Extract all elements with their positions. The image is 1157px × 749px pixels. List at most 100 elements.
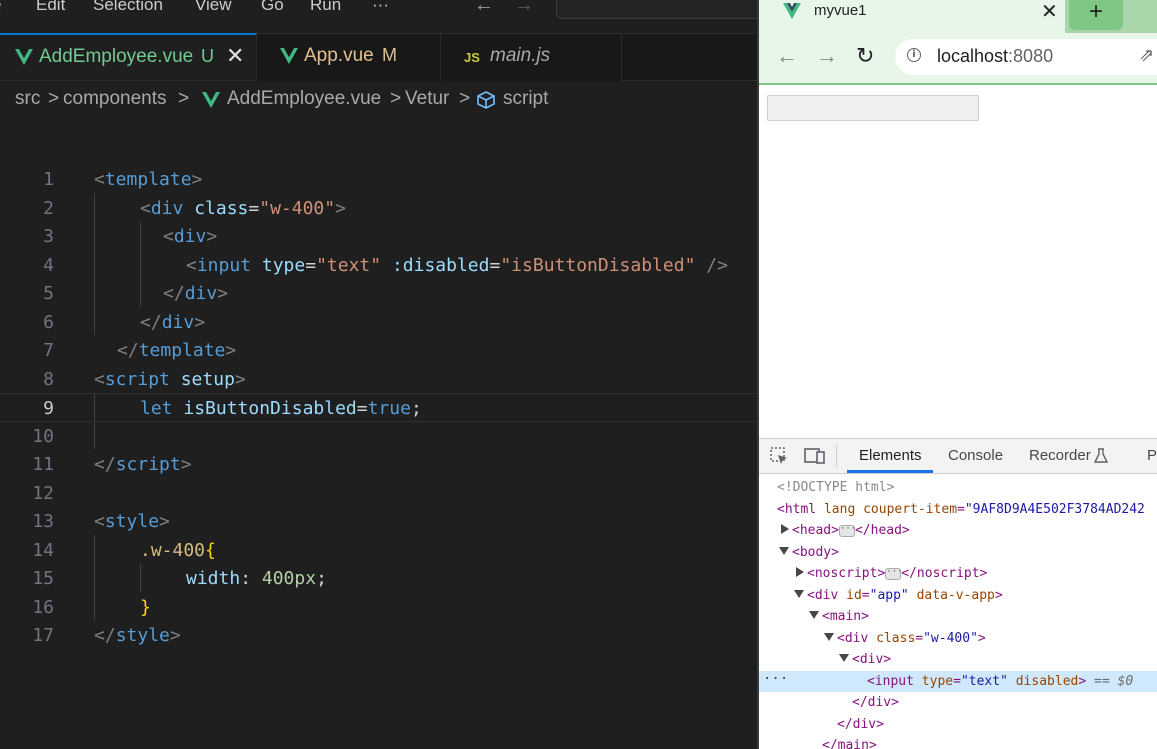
code-line: 13 <style>: [0, 507, 757, 536]
back-button[interactable]: ←: [776, 43, 798, 69]
close-icon[interactable]: ✕: [1041, 0, 1058, 24]
forward-arrow-icon[interactable]: →: [514, 0, 534, 17]
new-tab-button[interactable]: +: [1069, 0, 1123, 30]
chevron-right-icon: >: [48, 88, 60, 109]
dom-node[interactable]: <html lang coupert-item="9AF8D9A4E502F37…: [759, 499, 1157, 521]
browser-tab[interactable]: myvue1 ✕: [759, 0, 1065, 33]
dom-node[interactable]: <div id="app" data-v-app>: [759, 585, 1157, 607]
tab-main-js[interactable]: JS main.js: [441, 34, 622, 81]
menu-view[interactable]: View: [195, 0, 232, 15]
breadcrumb-vetur[interactable]: Vetur: [405, 88, 449, 110]
code-line: 10: [0, 422, 757, 451]
collapse-triangle-icon[interactable]: [839, 654, 849, 662]
cube-symbol-icon: [477, 91, 495, 109]
chevron-right-icon: >: [178, 88, 190, 109]
url-text: localhost:8080: [937, 46, 1054, 66]
javascript-icon: JS: [464, 50, 480, 65]
menu-run[interactable]: Run: [310, 0, 341, 15]
collapse-triangle-icon[interactable]: [779, 546, 789, 555]
untracked-badge: U: [201, 46, 214, 66]
breadcrumb-file[interactable]: AddEmployee.vue: [227, 88, 381, 110]
command-center-search[interactable]: [556, 0, 757, 19]
line-number: 15: [32, 568, 54, 589]
breadcrumb-src[interactable]: src: [15, 88, 40, 110]
browser-window: myvue1 ✕ + ← → ↻ i localhost:8080 ⇗ Elem…: [757, 0, 1157, 749]
code-line: 5 </div>: [0, 279, 757, 308]
line-number: 10: [32, 425, 54, 447]
breadcrumb-script[interactable]: script: [503, 88, 548, 110]
line-number: 13: [32, 511, 54, 532]
reload-button[interactable]: ↻: [856, 43, 874, 69]
code-line: 15 width: 400px;: [0, 564, 757, 593]
inspect-element-icon[interactable]: [769, 446, 789, 466]
chevron-right-icon: >: [459, 88, 471, 109]
back-arrow-icon[interactable]: ←: [474, 0, 494, 17]
tab-elements[interactable]: Elements: [859, 447, 922, 464]
code-line: 2 <div class="w-400">: [0, 194, 757, 223]
code-line: 1 <template>: [0, 165, 757, 194]
code-line: 6 </div>: [0, 308, 757, 337]
browser-tab-title: myvue1: [814, 2, 867, 19]
chevron-right-icon: >: [390, 88, 402, 109]
tab-more[interactable]: P: [1147, 447, 1157, 464]
device-toolbar-icon[interactable]: [804, 446, 826, 466]
menu-go[interactable]: Go: [261, 0, 284, 15]
collapse-triangle-icon[interactable]: [809, 611, 819, 619]
line-number: 9: [43, 398, 54, 419]
collapse-triangle-icon[interactable]: [824, 632, 834, 641]
line-number: 1: [43, 169, 54, 190]
code-line: 17 </style>: [0, 621, 757, 650]
dom-node[interactable]: <body>: [759, 542, 1157, 564]
close-icon[interactable]: ✕: [226, 43, 244, 69]
editor-tabs: AddEmployee.vue U ✕ App.vue M JS main.js: [0, 33, 757, 81]
line-number: 8: [43, 368, 54, 390]
tab-app[interactable]: App.vue M: [257, 34, 441, 81]
info-icon[interactable]: i: [907, 48, 921, 62]
vscode-window: e Edit Selection View Go Run ··· ← → Add…: [0, 0, 757, 749]
dom-node[interactable]: </div>: [759, 692, 1157, 714]
code-editor[interactable]: 1 <template> 2 <div class="w-400"> 3 <di…: [0, 165, 757, 665]
dom-node[interactable]: <div>: [759, 649, 1157, 671]
vue-favicon-icon: [783, 3, 801, 19]
expand-triangle-icon[interactable]: [781, 524, 789, 534]
tab-label: App.vue: [304, 45, 374, 66]
menu-file[interactable]: e: [0, 0, 1, 15]
share-icon[interactable]: ⇗: [1139, 45, 1154, 66]
line-number: 14: [32, 539, 54, 561]
flask-icon: [1094, 448, 1108, 463]
dom-node[interactable]: <noscript>···</noscript>: [759, 563, 1157, 585]
forward-button[interactable]: →: [816, 43, 838, 69]
vue-icon: [202, 92, 220, 108]
ellipsis-icon: ···: [838, 524, 856, 537]
vue-icon: [280, 48, 298, 64]
dom-node[interactable]: <div class="w-400">: [759, 628, 1157, 650]
code-line: 8 <script setup>: [0, 365, 757, 394]
dom-node[interactable]: </div>: [759, 714, 1157, 736]
line-number: 2: [43, 197, 54, 219]
vue-icon: [15, 49, 33, 65]
collapse-triangle-icon[interactable]: [794, 589, 804, 598]
dom-node[interactable]: <!DOCTYPE html>: [759, 477, 1157, 499]
tab-console[interactable]: Console: [948, 447, 1003, 464]
more-options-icon[interactable]: ···: [763, 671, 788, 687]
dom-node[interactable]: <main>: [759, 606, 1157, 628]
dom-node[interactable]: </main>: [759, 735, 1157, 749]
dom-node[interactable]: <head>···</head>: [759, 520, 1157, 542]
expand-triangle-icon[interactable]: [796, 567, 804, 577]
menu-more[interactable]: ···: [372, 0, 389, 15]
line-number: 6: [43, 311, 54, 333]
line-number: 11: [32, 454, 54, 475]
address-bar[interactable]: i localhost:8080 ⇗: [895, 39, 1157, 75]
code-line: 3 <div>: [0, 222, 757, 251]
menu-selection[interactable]: Selection: [93, 0, 163, 15]
code-line: 7 </template>: [0, 336, 757, 365]
selected-dom-node[interactable]: ··· <input type="text" disabled> == $0: [759, 670, 1157, 692]
breadcrumb-components[interactable]: components: [63, 88, 167, 110]
tab-addemployee[interactable]: AddEmployee.vue U ✕: [0, 33, 257, 80]
modified-badge: M: [382, 45, 397, 65]
page-viewport: [759, 85, 1157, 438]
ellipsis-icon: ···: [885, 567, 903, 580]
line-number: 17: [32, 625, 54, 646]
tab-recorder[interactable]: Recorder: [1029, 447, 1091, 464]
menu-edit[interactable]: Edit: [36, 0, 65, 15]
